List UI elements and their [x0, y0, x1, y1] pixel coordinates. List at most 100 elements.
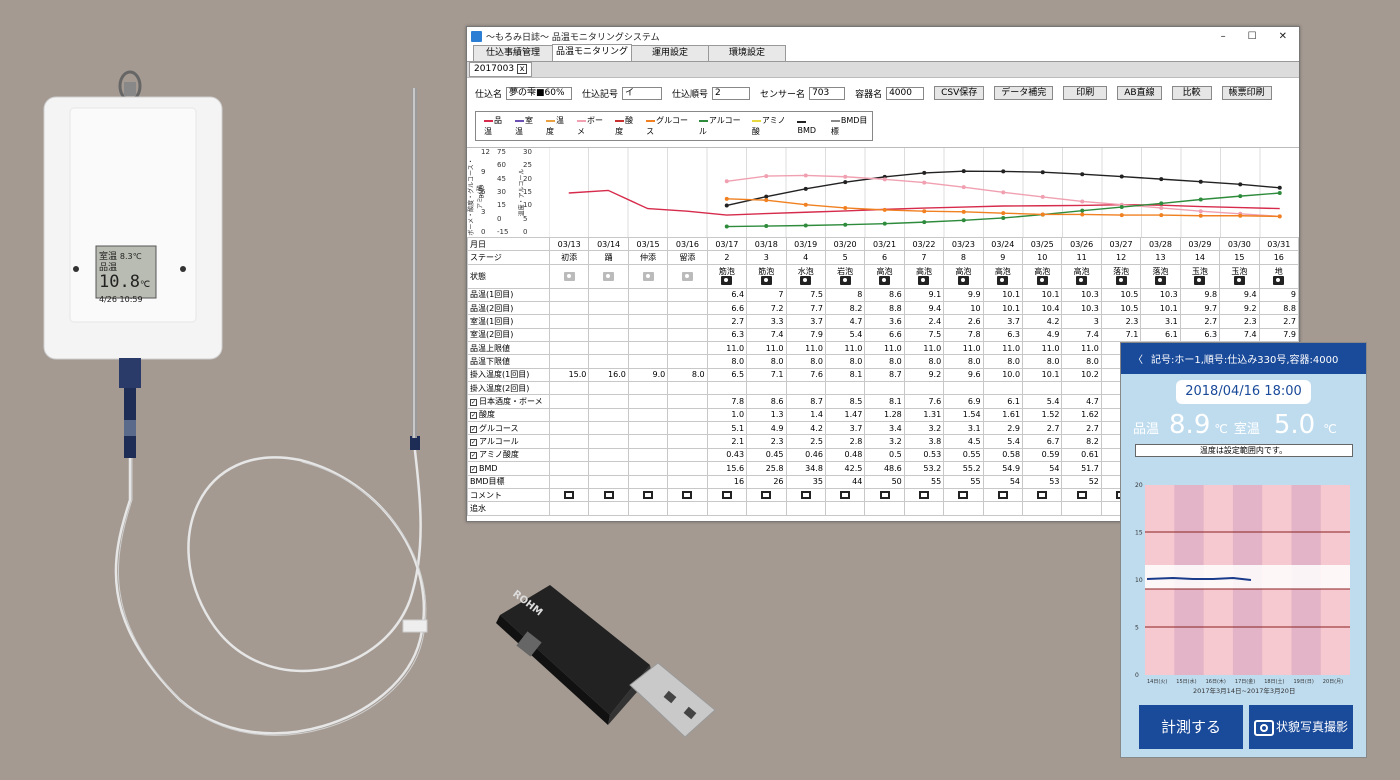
photo-button[interactable]: 状貌写真撮影 — [1249, 705, 1353, 749]
table-cell[interactable] — [1061, 501, 1102, 516]
table-cell[interactable]: 3.1 — [1140, 314, 1181, 329]
table-cell[interactable]: 8.2 — [824, 301, 866, 316]
table-cell[interactable] — [548, 394, 590, 409]
table-cell[interactable]: 9.8 — [1179, 287, 1221, 303]
table-cell[interactable] — [667, 287, 708, 303]
table-cell[interactable] — [588, 474, 629, 489]
table-cell[interactable] — [1022, 487, 1063, 503]
table-cell[interactable]: 8.6 — [746, 394, 787, 409]
table-cell[interactable] — [588, 501, 629, 516]
table-cell[interactable]: 03/31 — [1258, 236, 1299, 252]
comment-icon[interactable] — [958, 491, 969, 500]
camera-icon[interactable] — [1233, 276, 1245, 286]
table-cell[interactable]: 3.7 — [982, 314, 1024, 329]
table-cell[interactable] — [548, 287, 590, 303]
table-cell[interactable]: 8.1 — [864, 394, 905, 409]
youki-input[interactable]: 4000 — [886, 86, 925, 100]
table-cell[interactable]: 03/22 — [903, 236, 945, 252]
table-cell[interactable]: 55 — [943, 474, 984, 489]
comment-icon[interactable] — [761, 491, 772, 500]
table-cell[interactable]: 10.1 — [982, 287, 1024, 303]
table-cell[interactable]: 16.0 — [588, 367, 629, 383]
table-cell[interactable]: 7.9 — [1258, 327, 1299, 343]
table-cell[interactable] — [1061, 487, 1102, 503]
table-cell[interactable] — [667, 501, 708, 516]
table-cell[interactable] — [785, 487, 826, 503]
table-cell[interactable] — [667, 447, 708, 463]
table-cell[interactable] — [588, 461, 629, 476]
table-cell[interactable]: 9.2 — [1219, 301, 1260, 316]
table-cell[interactable]: 2.5 — [785, 434, 826, 449]
table-cell[interactable] — [627, 434, 669, 449]
table-cell[interactable]: 0.55 — [943, 447, 984, 463]
table-cell[interactable] — [627, 301, 669, 316]
table-cell[interactable] — [903, 381, 945, 396]
table-cell[interactable] — [627, 354, 669, 369]
table-cell[interactable]: 高泡 — [982, 263, 1024, 289]
table-cell[interactable] — [627, 487, 669, 503]
table-cell[interactable]: 玉泡 — [1179, 263, 1221, 289]
table-cell[interactable] — [824, 501, 866, 516]
table-cell[interactable]: 0.58 — [982, 447, 1024, 463]
table-cell[interactable]: 5.4 — [824, 327, 866, 343]
table-cell[interactable]: 03/30 — [1219, 236, 1260, 252]
table-cell[interactable] — [548, 474, 590, 489]
table-cell[interactable]: 34.8 — [785, 461, 826, 476]
table-cell[interactable]: 42.5 — [824, 461, 866, 476]
comment-icon[interactable] — [643, 491, 654, 500]
row-checkbox[interactable]: ✓ — [470, 412, 477, 420]
minimize-icon[interactable]: – — [1221, 31, 1226, 42]
table-cell[interactable] — [824, 487, 866, 503]
table-cell[interactable]: 7 — [903, 250, 945, 265]
camera-icon[interactable] — [563, 271, 575, 281]
measure-button[interactable]: 計測する — [1139, 705, 1243, 749]
table-cell[interactable] — [627, 381, 669, 396]
table-cell[interactable]: 5 — [824, 250, 866, 265]
table-cell[interactable]: 地 — [1258, 263, 1299, 289]
table-cell[interactable]: 岩泡 — [824, 263, 866, 289]
table-cell[interactable]: 11.0 — [903, 341, 945, 356]
table-cell[interactable]: 筋泡 — [706, 263, 748, 289]
table-cell[interactable]: 6.3 — [1179, 327, 1221, 343]
table-cell[interactable]: 高泡 — [1022, 263, 1063, 289]
camera-icon[interactable] — [918, 276, 930, 286]
table-cell[interactable]: 1.4 — [785, 407, 826, 423]
table-cell[interactable] — [943, 487, 984, 503]
table-cell[interactable]: 15.0 — [548, 367, 590, 383]
table-cell[interactable] — [667, 421, 708, 436]
tab-operation[interactable]: 運用設定 — [631, 45, 709, 61]
table-cell[interactable] — [785, 501, 826, 516]
table-cell[interactable]: 52 — [1061, 474, 1102, 489]
comment-icon[interactable] — [603, 491, 614, 500]
table-cell[interactable]: 10.5 — [1100, 287, 1142, 303]
table-cell[interactable]: 9.7 — [1179, 301, 1221, 316]
table-cell[interactable] — [588, 381, 629, 396]
table-cell[interactable] — [746, 501, 787, 516]
table-cell[interactable]: 4.9 — [1022, 327, 1063, 343]
table-cell[interactable]: 仲添 — [627, 250, 669, 265]
table-cell[interactable] — [627, 327, 669, 343]
table-cell[interactable]: 2.7 — [706, 314, 748, 329]
table-cell[interactable] — [588, 434, 629, 449]
table-cell[interactable]: 9.2 — [903, 367, 945, 383]
report-print-button[interactable]: 帳票印刷 — [1221, 86, 1272, 100]
csv-save-button[interactable]: CSV保存 — [934, 86, 985, 100]
table-cell[interactable]: 10.4 — [1022, 301, 1063, 316]
table-cell[interactable]: 3 — [746, 250, 787, 265]
table-cell[interactable]: 3.8 — [903, 434, 945, 449]
table-cell[interactable]: 11.0 — [1061, 341, 1102, 356]
camera-icon[interactable] — [1194, 276, 1206, 286]
table-cell[interactable]: 03/23 — [943, 236, 984, 252]
table-cell[interactable]: 11.0 — [706, 341, 748, 356]
table-cell[interactable] — [548, 434, 590, 449]
table-cell[interactable] — [588, 287, 629, 303]
shikomi-input[interactable]: 夢の雫■60% — [506, 86, 573, 100]
row-checkbox[interactable]: ✓ — [470, 465, 477, 473]
table-cell[interactable] — [588, 394, 629, 409]
table-cell[interactable] — [627, 407, 669, 423]
table-cell[interactable]: 10.5 — [1100, 301, 1142, 316]
camera-icon[interactable] — [642, 271, 654, 281]
row-checkbox[interactable]: ✓ — [470, 399, 477, 407]
table-cell[interactable]: 03/24 — [982, 236, 1024, 252]
table-cell[interactable]: 5.4 — [982, 434, 1024, 449]
